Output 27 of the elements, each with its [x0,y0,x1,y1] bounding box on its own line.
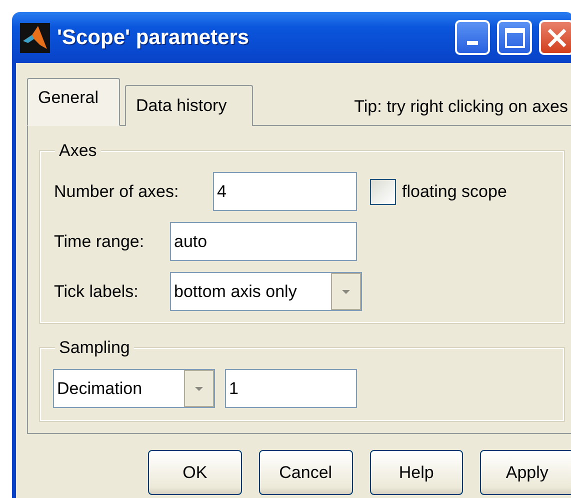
dialog-button[interactable]: Cancel [258,450,352,495]
dialog-button[interactable]: Apply [480,450,571,495]
app-icon [20,22,50,52]
tip-text: Tip: try right clicking on axes [354,96,569,118]
maximize-button[interactable] [497,20,532,55]
tab[interactable]: General [27,78,120,126]
minimize-icon [467,40,478,44]
field-label: Number of axes: [54,180,180,203]
checkbox-label: floating scope [402,180,507,203]
field-label: Tick labels: [54,280,140,303]
decimation-field[interactable]: 1 [225,369,357,408]
field-label: Time range: [54,230,146,253]
floating-scope-checkbox[interactable] [370,178,396,204]
tab[interactable]: Data history [125,85,253,126]
minimize-button[interactable] [455,20,490,55]
close-icon [546,26,568,48]
caret-icon [184,370,214,407]
caret-icon [331,273,361,310]
window-title: 'Scope' parameters [57,24,250,51]
dialog-button[interactable]: Help [370,450,464,495]
tick-labels-dropdown[interactable]: bottom axis only [170,272,362,311]
time-range-field[interactable]: auto [170,222,357,261]
close-button[interactable] [539,20,571,55]
dialog-button[interactable]: OK [148,450,242,495]
sampling-dropdown[interactable]: Decimation [53,369,215,408]
maximize-icon [504,26,526,48]
number-of-axes-field[interactable]: 4 [213,172,357,211]
